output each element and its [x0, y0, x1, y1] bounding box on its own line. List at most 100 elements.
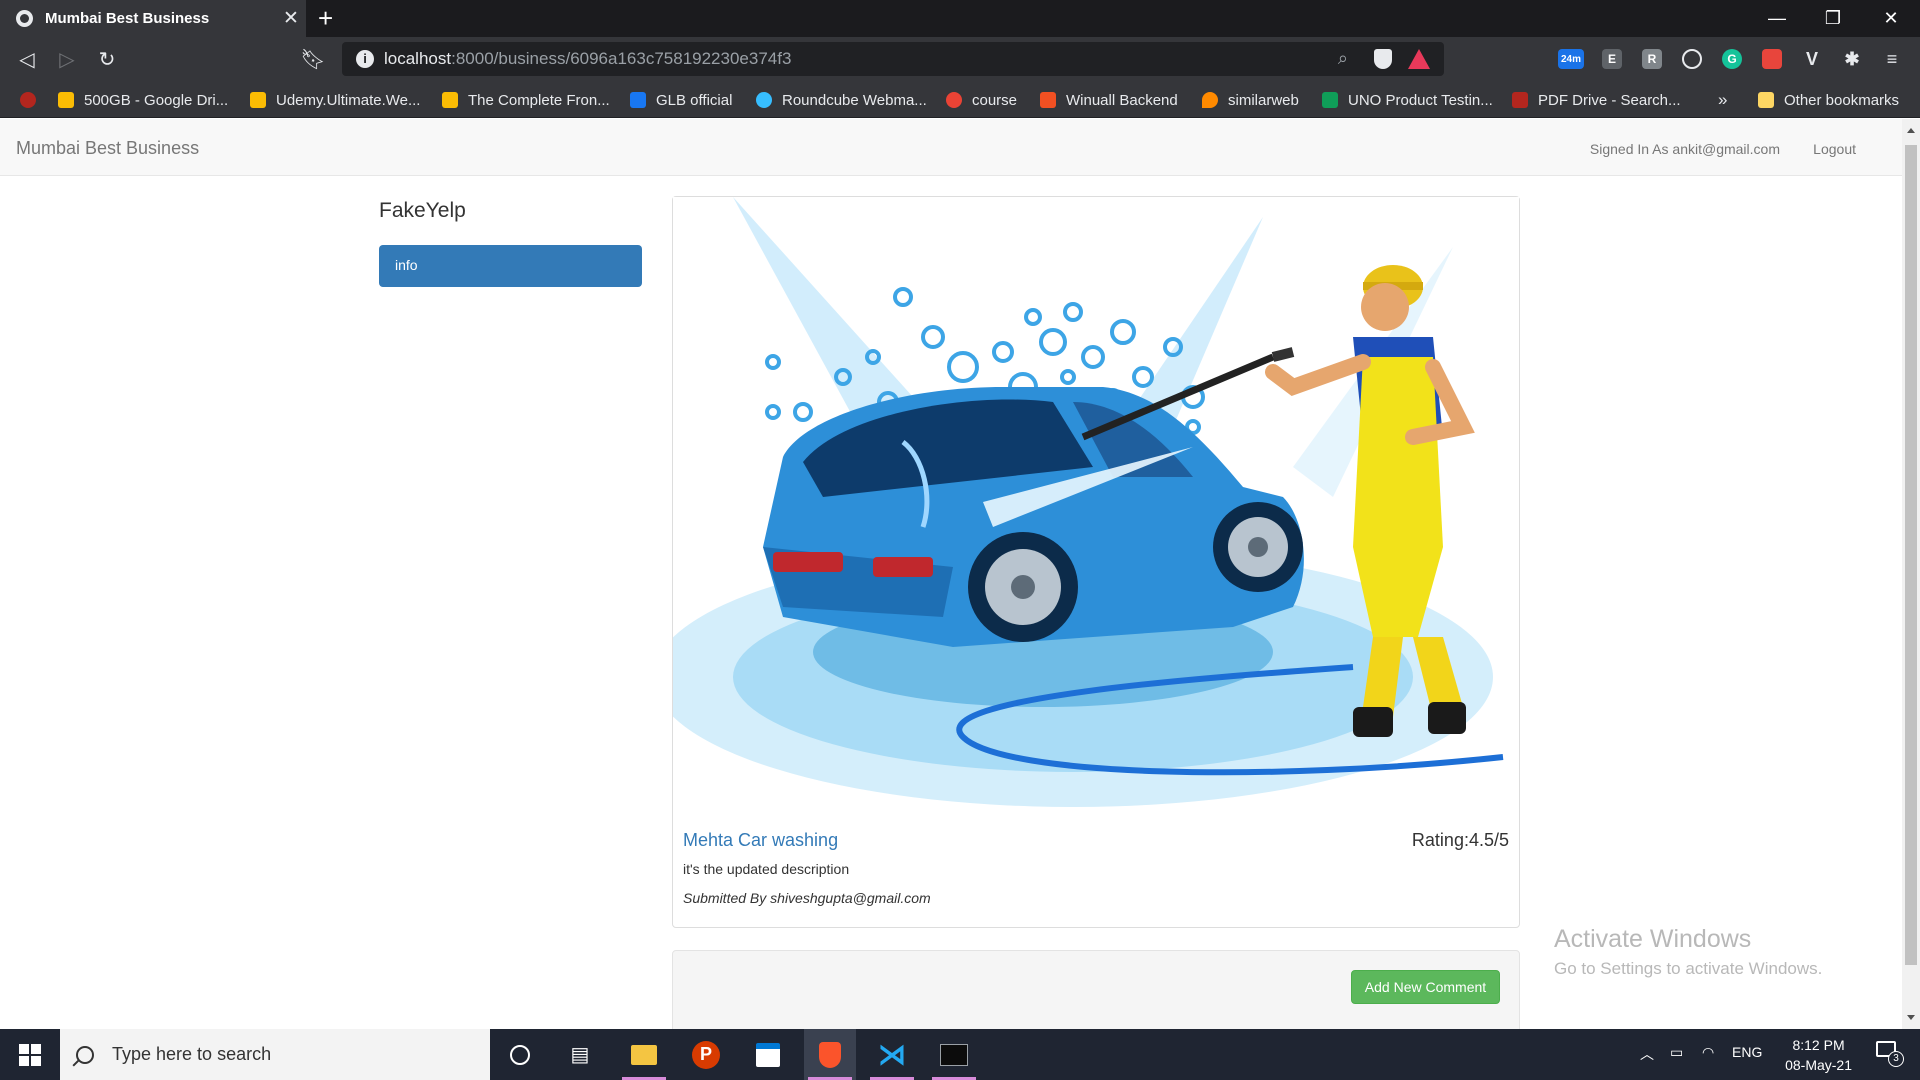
winuall-icon — [1040, 92, 1056, 108]
zoom-icon[interactable]: ⌕ — [1338, 48, 1348, 69]
bookmark-apps[interactable] — [20, 90, 46, 110]
bookmark-item[interactable]: PDF Drive - Search... — [1512, 90, 1681, 110]
other-bookmarks-folder[interactable]: Other bookmarks — [1758, 90, 1899, 110]
grammarly-icon[interactable]: G — [1722, 49, 1742, 69]
browser-window: Mumbai Best Business ✕ + — ❐ ✕ ◁ ▷ ↻ 🔖︎ … — [0, 0, 1920, 1080]
menu-icon[interactable]: ≡ — [1882, 49, 1902, 69]
scrollbar-thumb[interactable] — [1905, 145, 1917, 965]
back-icon[interactable]: ◁ — [12, 44, 42, 74]
tab-strip: Mumbai Best Business ✕ + — ❐ ✕ — [0, 0, 1920, 37]
brave-rewards-icon[interactable] — [1408, 49, 1430, 69]
bookmark-item[interactable]: Winuall Backend — [1040, 90, 1178, 110]
bookmark-item[interactable]: The Complete Fron... — [442, 90, 610, 110]
new-tab-button[interactable]: + — [318, 3, 333, 33]
tab-active[interactable]: Mumbai Best Business ✕ — [0, 0, 306, 37]
google-drive-icon — [58, 92, 74, 108]
reload-icon[interactable]: ↻ — [92, 44, 122, 74]
business-image — [673, 197, 1519, 811]
facebook-icon — [630, 92, 646, 108]
web-page: Mumbai Best Business Signed In As ankit@… — [0, 119, 1902, 1029]
apps-icon — [20, 92, 36, 108]
task-view-button[interactable]: ▤ — [554, 1029, 606, 1080]
bookmark-item[interactable]: 500GB - Google Dri... — [58, 90, 228, 110]
battery-icon[interactable]: ▭ — [1670, 1044, 1683, 1061]
bookmark-item[interactable]: similarweb — [1202, 90, 1299, 110]
page-scrollbar[interactable] — [1902, 119, 1920, 1029]
taskbar-file-explorer[interactable] — [618, 1029, 670, 1080]
site-navbar: Mumbai Best Business Signed In As ankit@… — [0, 119, 1902, 176]
start-button[interactable] — [0, 1029, 60, 1080]
bookmark-item[interactable]: Udemy.Ultimate.We... — [250, 90, 420, 110]
taskbar-app-p[interactable]: P — [680, 1029, 732, 1080]
bookmark-item[interactable]: GLB official — [630, 90, 732, 110]
logout-link[interactable]: Logout — [1813, 141, 1856, 157]
car-wash-illustration — [673, 197, 1504, 807]
comments-section: Add New Comment — [672, 950, 1520, 1029]
notification-center-button[interactable]: 3 — [1876, 1041, 1904, 1067]
business-name-link[interactable]: Mehta Car washing — [683, 830, 838, 851]
similarweb-icon — [1202, 92, 1218, 108]
extension-e-icon[interactable]: E — [1602, 49, 1622, 69]
notification-count: 3 — [1888, 1051, 1904, 1067]
close-window-icon[interactable]: ✕ — [1862, 0, 1920, 37]
folder-icon — [631, 1044, 657, 1065]
bookmark-icon[interactable]: 🔖︎ — [298, 44, 328, 74]
sidebar-item-info[interactable]: info — [379, 245, 642, 287]
extension-target-icon[interactable] — [1682, 49, 1702, 69]
taskbar-store[interactable] — [742, 1029, 794, 1080]
store-icon — [756, 1042, 780, 1067]
google-drive-icon — [250, 92, 266, 108]
site-info-icon[interactable]: i — [356, 50, 374, 68]
folder-icon — [1758, 92, 1774, 108]
task-view-icon: ▤ — [570, 1044, 590, 1066]
extension-v-icon[interactable]: V — [1802, 49, 1822, 69]
clock-date: 08-May-21 — [1785, 1057, 1852, 1073]
terminal-icon — [940, 1043, 968, 1066]
brave-shield-icon[interactable] — [1374, 49, 1392, 69]
tab-title: Mumbai Best Business — [45, 10, 210, 27]
pdfdrive-icon — [1512, 92, 1528, 108]
taskbar-vscode[interactable]: ⋊ — [866, 1029, 918, 1080]
add-comment-button[interactable]: Add New Comment — [1351, 970, 1500, 1004]
gmail-icon — [946, 92, 962, 108]
tray-overflow-icon[interactable]: ︿ — [1640, 1044, 1654, 1064]
close-tab-icon[interactable]: ✕ — [276, 7, 306, 30]
taskbar-brave[interactable] — [804, 1029, 856, 1080]
extensions-puzzle-icon[interactable]: ✱ — [1842, 49, 1862, 69]
taskbar-search[interactable]: Type here to search — [60, 1029, 490, 1080]
sidebar-title: FakeYelp — [379, 199, 466, 222]
more-bookmarks-button[interactable]: » — [1718, 90, 1727, 110]
scroll-up-icon[interactable] — [1907, 128, 1915, 133]
cortana-button[interactable] — [494, 1029, 546, 1080]
wifi-icon[interactable]: ◠ — [1702, 1044, 1714, 1061]
restore-icon[interactable]: ❐ — [1804, 0, 1862, 37]
bookmark-item[interactable]: UNO Product Testin... — [1322, 90, 1493, 110]
bookmarks-bar: 500GB - Google Dri... Udemy.Ultimate.We.… — [0, 81, 1920, 118]
extension-fox-icon[interactable] — [1762, 49, 1782, 69]
submitted-by: Submitted By shiveshgupta@gmail.com — [683, 890, 931, 906]
scroll-down-icon[interactable] — [1907, 1015, 1915, 1020]
url-text[interactable]: localhost:8000/business/6096a163c7581922… — [384, 49, 791, 69]
bookmark-item[interactable]: Roundcube Webma... — [756, 90, 927, 110]
business-description: it's the updated description — [683, 861, 850, 877]
taskbar-clock[interactable]: 8:12 PM 08-May-21 — [1785, 1035, 1852, 1075]
search-icon — [76, 1045, 94, 1064]
address-bar[interactable]: i localhost:8000/business/6096a163c75819… — [342, 42, 1444, 76]
minimize-icon[interactable]: — — [1748, 0, 1806, 37]
activate-windows-subtitle: Go to Settings to activate Windows. — [1554, 959, 1823, 978]
cortana-icon — [510, 1044, 530, 1065]
search-placeholder: Type here to search — [112, 1044, 272, 1064]
language-indicator[interactable]: ENG — [1732, 1044, 1762, 1060]
business-card: Mehta Car washing Rating:4.5/5 it's the … — [672, 196, 1520, 928]
powerpoint-icon: P — [692, 1040, 720, 1069]
vscode-icon: ⋊ — [878, 1039, 906, 1070]
site-brand[interactable]: Mumbai Best Business — [16, 138, 199, 159]
extension-r-icon[interactable]: R — [1642, 49, 1662, 69]
taskbar-terminal[interactable] — [928, 1029, 980, 1080]
forward-icon[interactable]: ▷ — [52, 44, 82, 74]
extension-badge-icon[interactable]: 24m — [1558, 49, 1584, 69]
globe-icon — [16, 10, 33, 27]
google-drive-icon — [442, 92, 458, 108]
bookmark-item[interactable]: course — [946, 90, 1017, 110]
roundcube-icon — [756, 92, 772, 108]
